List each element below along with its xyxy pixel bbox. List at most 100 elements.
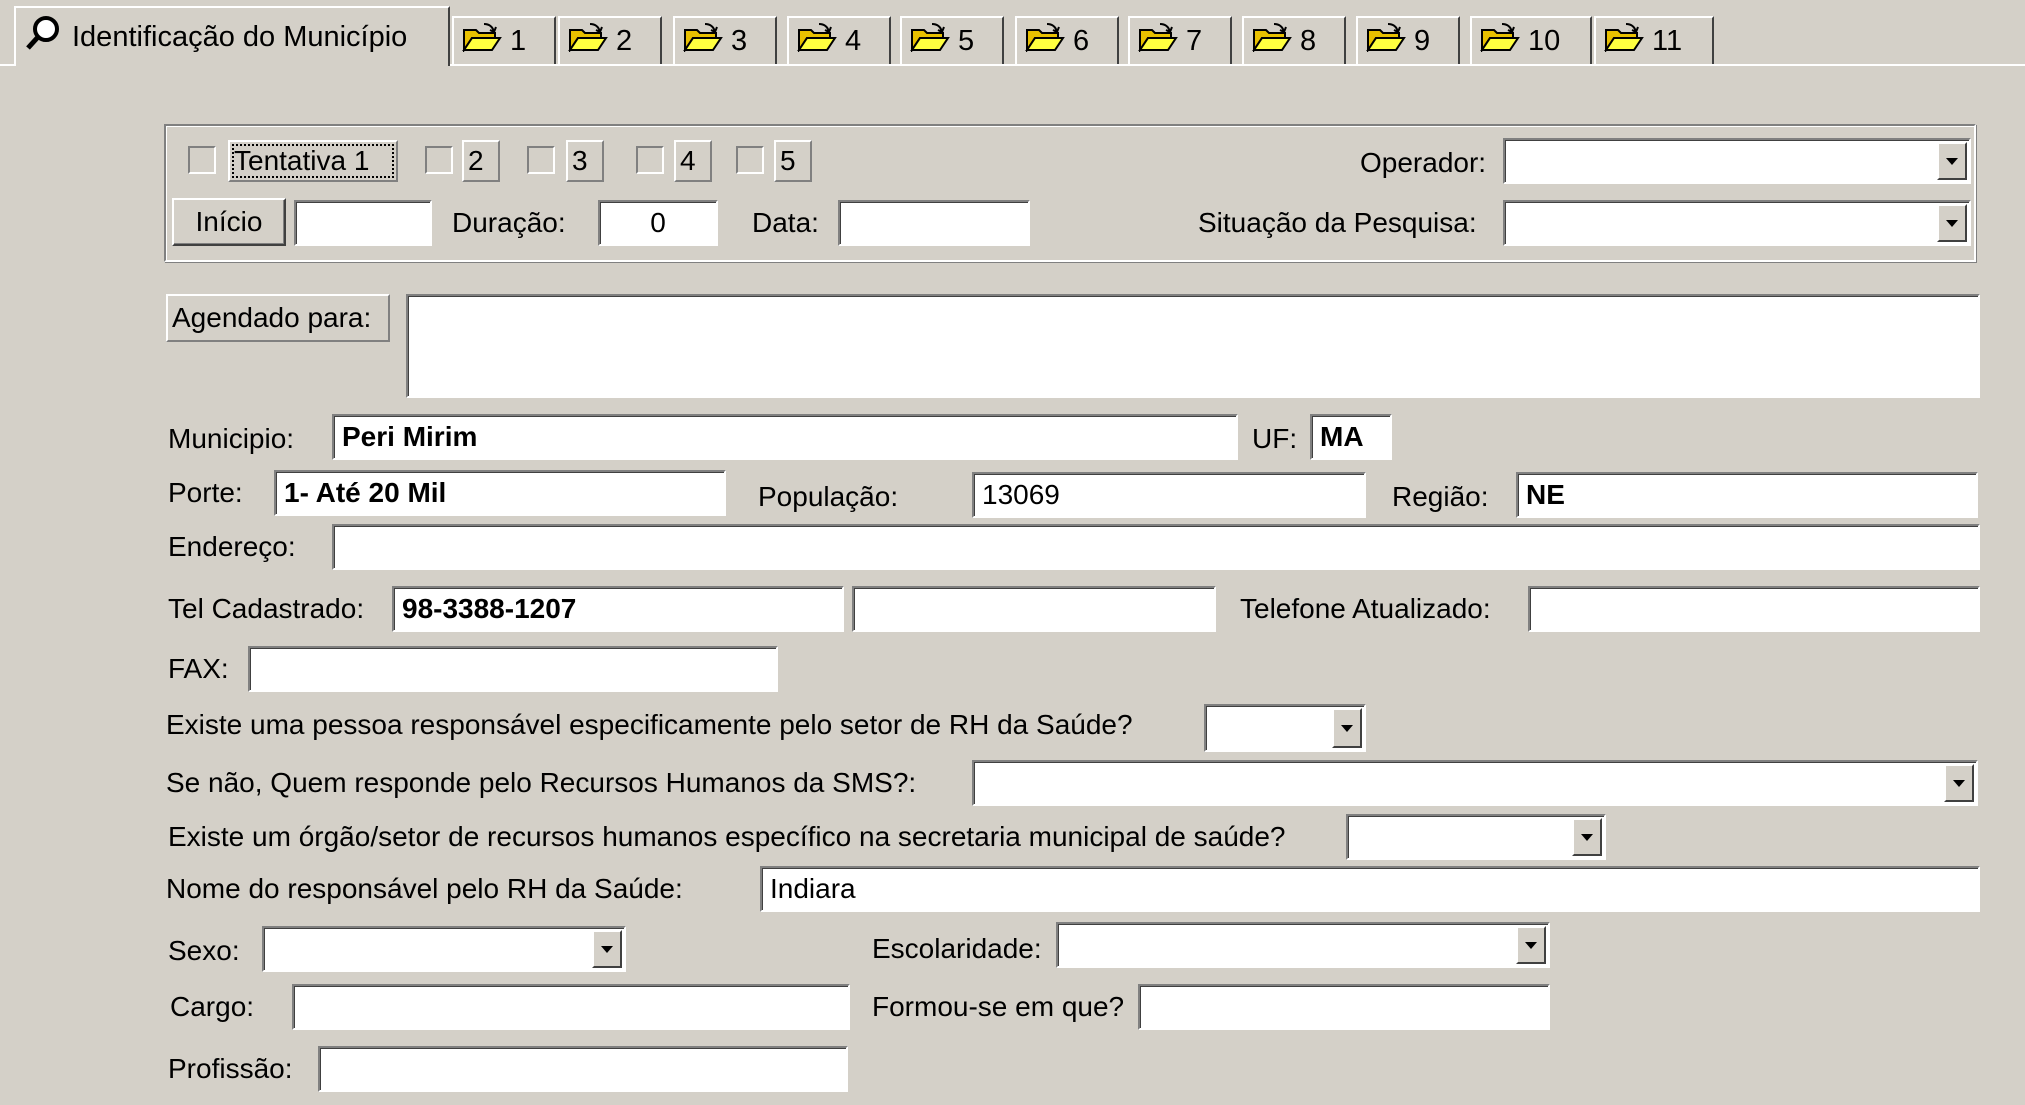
operator-label: Operador: bbox=[1360, 147, 1487, 178]
tab-4[interactable]: 4 bbox=[787, 16, 891, 64]
tab-label: 9 bbox=[1414, 24, 1431, 57]
fax-label: FAX: bbox=[168, 653, 229, 684]
status-select[interactable] bbox=[1503, 200, 1971, 246]
formou-label: Formou-se em que? bbox=[872, 991, 1125, 1022]
tab-1[interactable]: 1 bbox=[452, 16, 556, 64]
operator-select[interactable] bbox=[1503, 138, 1971, 184]
attempt-3-checkbox[interactable] bbox=[527, 146, 555, 174]
endereco-label: Endereço: bbox=[168, 531, 296, 562]
tab-label: 4 bbox=[845, 24, 862, 57]
populacao-label: População: bbox=[758, 481, 899, 512]
tab-9[interactable]: 9 bbox=[1356, 16, 1460, 64]
q2-label: Se não, Quem responde pelo Recursos Huma… bbox=[166, 767, 917, 798]
tab-label: Identificação do Município bbox=[72, 20, 408, 53]
uf-label: UF: bbox=[1252, 423, 1298, 454]
porte-field[interactable]: 1- Até 20 Mil bbox=[274, 470, 726, 516]
q2-select[interactable] bbox=[972, 760, 1978, 806]
chevron-down-icon[interactable] bbox=[592, 930, 622, 968]
tab-label: 5 bbox=[958, 24, 975, 57]
tab-label: 2 bbox=[616, 24, 633, 57]
regiao-field[interactable]: NE bbox=[1516, 472, 1978, 518]
start-time-field[interactable] bbox=[294, 200, 432, 246]
tel-field-2[interactable] bbox=[852, 586, 1216, 632]
tab-7[interactable]: 7 bbox=[1128, 16, 1232, 64]
chevron-down-icon[interactable] bbox=[1937, 204, 1967, 242]
q3-select[interactable] bbox=[1346, 814, 1606, 860]
open-folder-icon bbox=[1604, 22, 1644, 60]
date-label: Data: bbox=[752, 207, 819, 238]
chevron-down-icon[interactable] bbox=[1516, 926, 1546, 964]
duration-label: Duração: bbox=[452, 207, 566, 238]
sexo-label: Sexo: bbox=[168, 935, 240, 966]
chevron-down-icon[interactable] bbox=[1332, 708, 1362, 748]
status-label: Situação da Pesquisa: bbox=[1198, 207, 1477, 238]
responsavel-field[interactable]: Indiara bbox=[760, 866, 1980, 912]
regiao-label: Região: bbox=[1392, 481, 1489, 512]
tab-label: 10 bbox=[1528, 24, 1561, 57]
open-folder-icon bbox=[462, 22, 502, 60]
open-folder-icon bbox=[683, 22, 723, 60]
formou-field[interactable] bbox=[1138, 984, 1550, 1030]
fax-field[interactable] bbox=[248, 646, 778, 692]
tel-updated-field[interactable] bbox=[1528, 586, 1980, 632]
municipio-field[interactable]: Peri Mirim bbox=[332, 414, 1238, 460]
tel-label: Tel Cadastrado: bbox=[168, 593, 365, 624]
open-folder-icon bbox=[797, 22, 837, 60]
profissao-field[interactable] bbox=[318, 1046, 848, 1092]
chevron-down-icon[interactable] bbox=[1937, 142, 1967, 180]
attempt-4-label[interactable]: 4 bbox=[674, 140, 712, 182]
municipio-label: Municipio: bbox=[168, 423, 295, 454]
uf-field[interactable]: MA bbox=[1310, 414, 1392, 460]
date-field[interactable] bbox=[838, 200, 1030, 246]
tab-6[interactable]: 6 bbox=[1015, 16, 1119, 64]
cargo-field[interactable] bbox=[292, 984, 850, 1030]
tab-3[interactable]: 3 bbox=[673, 16, 777, 64]
tab-2[interactable]: 2 bbox=[558, 16, 662, 64]
chevron-down-icon[interactable] bbox=[1944, 764, 1974, 802]
attempt-3-label[interactable]: 3 bbox=[566, 140, 604, 182]
responsavel-label: Nome do responsável pelo RH da Saúde: bbox=[166, 873, 683, 904]
sexo-select[interactable] bbox=[262, 926, 626, 972]
attempt-5-checkbox[interactable] bbox=[736, 146, 764, 174]
attempt-2-label[interactable]: 2 bbox=[462, 140, 500, 182]
start-button[interactable]: Início bbox=[172, 198, 286, 246]
porte-label: Porte: bbox=[168, 477, 243, 508]
tel-field[interactable]: 98-3388-1207 bbox=[392, 586, 844, 632]
tab-5[interactable]: 5 bbox=[900, 16, 1004, 64]
scheduled-field[interactable] bbox=[406, 294, 1980, 398]
open-folder-icon bbox=[910, 22, 950, 60]
attempt-4-checkbox[interactable] bbox=[636, 146, 664, 174]
q3-label: Existe um órgão/setor de recursos humano… bbox=[168, 821, 1286, 852]
open-folder-icon bbox=[1252, 22, 1292, 60]
tab-label: 6 bbox=[1073, 24, 1090, 57]
q1-label: Existe uma pessoa responsável especifica… bbox=[166, 709, 1133, 740]
profissao-label: Profissão: bbox=[168, 1053, 293, 1084]
chevron-down-icon[interactable] bbox=[1572, 818, 1602, 856]
open-folder-icon bbox=[1025, 22, 1065, 60]
escolaridade-label: Escolaridade: bbox=[872, 933, 1042, 964]
open-folder-icon bbox=[1366, 22, 1406, 60]
populacao-field[interactable]: 13069 bbox=[972, 472, 1366, 518]
tab-strip: Identificação do Município 1 2 3 4 5 6 7… bbox=[0, 0, 2025, 66]
tab-label: 11 bbox=[1652, 24, 1683, 57]
tab-label: 3 bbox=[731, 24, 748, 57]
q1-select[interactable] bbox=[1204, 704, 1366, 752]
attempt-5-label[interactable]: 5 bbox=[774, 140, 812, 182]
tab-11[interactable]: 11 bbox=[1594, 16, 1714, 64]
attempt-2-checkbox[interactable] bbox=[425, 146, 453, 174]
tab-label: 8 bbox=[1300, 24, 1317, 57]
escolaridade-select[interactable] bbox=[1056, 922, 1550, 968]
tab-label: 1 bbox=[510, 24, 527, 57]
scheduled-label[interactable]: Agendado para: bbox=[166, 294, 390, 342]
tel-updated-label: Telefone Atualizado: bbox=[1240, 593, 1491, 624]
magnifier-icon bbox=[24, 13, 64, 61]
open-folder-icon bbox=[568, 22, 608, 60]
attempt-1-checkbox[interactable] bbox=[188, 146, 216, 174]
endereco-field[interactable] bbox=[332, 524, 1980, 570]
tab-identificacao[interactable]: Identificação do Município bbox=[14, 6, 450, 66]
tab-8[interactable]: 8 bbox=[1242, 16, 1346, 64]
tab-10[interactable]: 10 bbox=[1470, 16, 1592, 64]
duration-field[interactable]: 0 bbox=[598, 200, 718, 246]
attempt-1-label[interactable]: Tentativa 1 bbox=[228, 140, 398, 182]
cargo-label: Cargo: bbox=[170, 991, 255, 1022]
